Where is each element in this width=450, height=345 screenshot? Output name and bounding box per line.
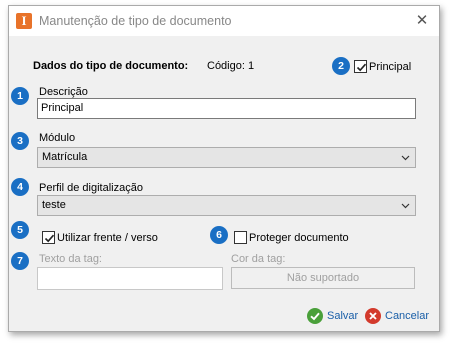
tag-text-input[interactable]: [37, 267, 223, 290]
title-bar: I Manutenção de tipo de documento ✕: [9, 6, 439, 36]
tag-color-button[interactable]: Não suportado: [231, 267, 415, 289]
modulo-value: Matrícula: [42, 151, 88, 163]
proteger-checkbox[interactable]: [234, 231, 247, 244]
principal-label: Principal: [369, 61, 412, 73]
cancel-label: Cancelar: [385, 310, 430, 322]
chevron-down-icon: [401, 203, 410, 209]
chevron-down-icon: [401, 155, 410, 161]
perfil-value: teste: [42, 199, 66, 211]
code-label: Código: 1: [207, 60, 255, 72]
save-icon: [307, 308, 323, 324]
principal-checkbox[interactable]: [354, 60, 367, 73]
proteger-label: Proteger documento: [249, 232, 349, 244]
perfil-label: Perfil de digitalização: [39, 182, 143, 194]
save-label: Salvar: [327, 310, 359, 322]
modulo-select[interactable]: Matrícula: [37, 147, 416, 168]
perfil-select[interactable]: teste: [37, 195, 416, 216]
app-icon: I: [16, 13, 32, 29]
checkmark-icon: [356, 63, 367, 72]
tag-text-label: Texto da tag:: [39, 253, 102, 265]
descricao-label: Descrição: [39, 86, 88, 98]
window-title: Manutenção de tipo de documento: [39, 14, 232, 28]
badge-6: 6: [210, 226, 228, 244]
badge-2: 2: [332, 57, 350, 75]
close-button[interactable]: ✕: [413, 12, 431, 30]
frente-verso-checkbox[interactable]: [42, 231, 55, 244]
close-icon: ✕: [415, 12, 429, 29]
badge-1: 1: [11, 87, 29, 105]
modulo-label: Módulo: [39, 132, 76, 144]
badge-4: 4: [11, 178, 29, 196]
section-title: Dados do tipo de documento:: [33, 60, 189, 72]
cancel-button[interactable]: Cancelar: [365, 308, 429, 324]
footer: Salvar Cancelar: [9, 298, 439, 331]
dialog-window: I Manutenção de tipo de documento ✕ Dado…: [8, 5, 440, 332]
badge-7: 7: [11, 252, 29, 270]
badge-3: 3: [11, 132, 29, 150]
form-body: Dados do tipo de documento: Código: 1 2 …: [9, 36, 439, 298]
save-button[interactable]: Salvar: [307, 308, 358, 324]
cancel-icon: [365, 308, 381, 324]
badge-5: 5: [11, 221, 29, 239]
checkmark-icon: [44, 234, 55, 243]
descricao-input[interactable]: Principal: [37, 98, 416, 119]
frente-verso-label: Utilizar frente / verso: [57, 232, 158, 244]
tag-color-label: Cor da tag:: [231, 253, 286, 265]
